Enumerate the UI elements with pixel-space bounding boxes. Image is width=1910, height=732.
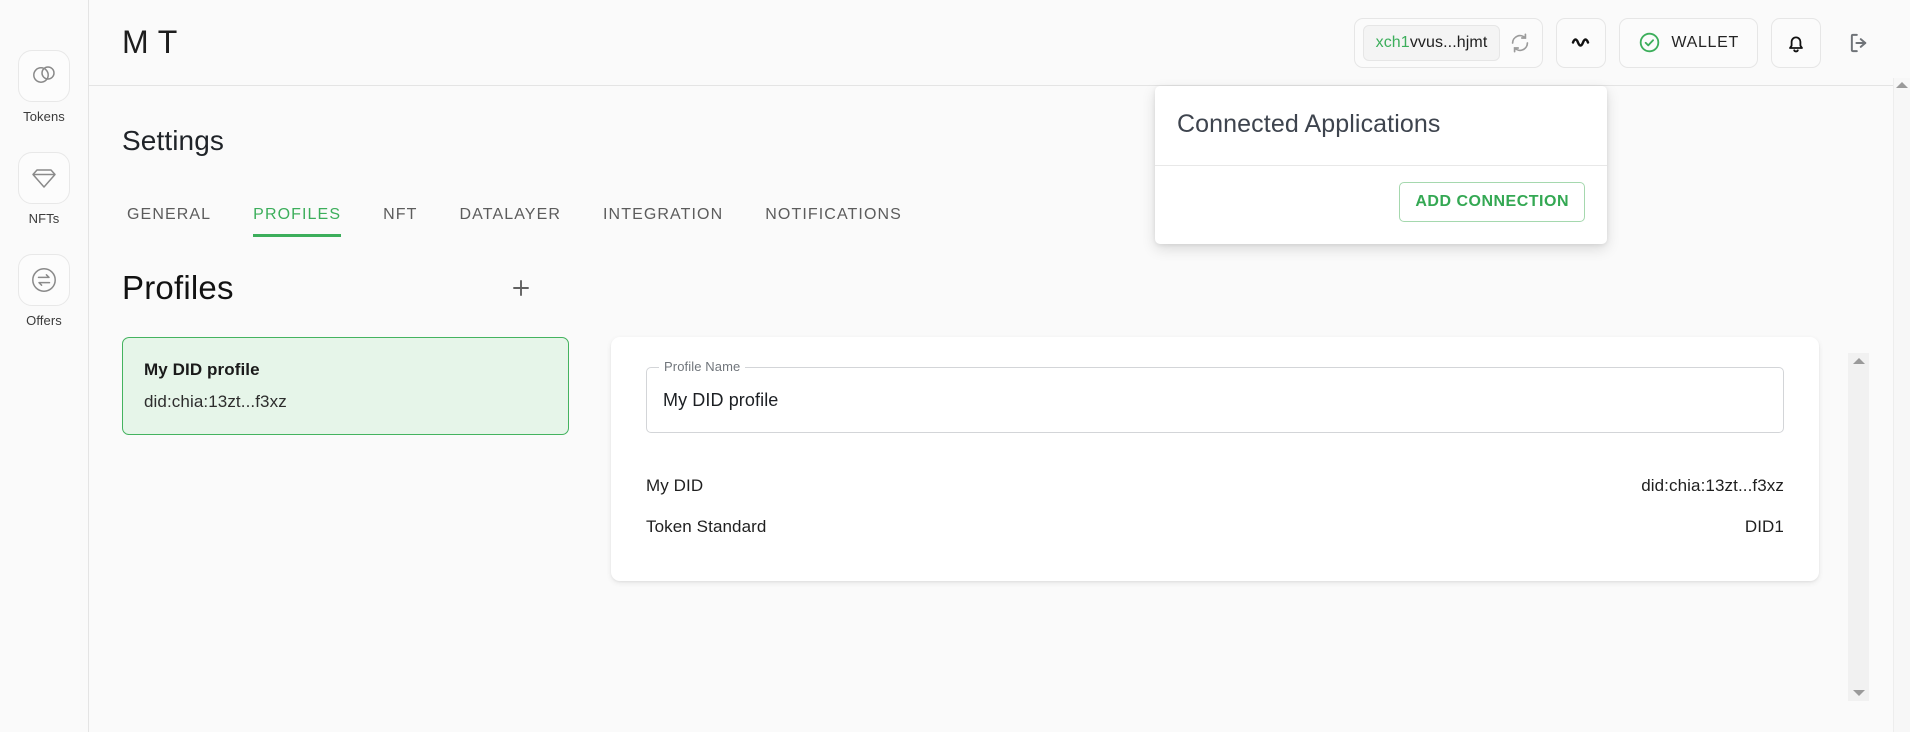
wallet-button[interactable]: WALLET — [1619, 17, 1758, 68]
sidebar-item-tokens[interactable]: Tokens — [18, 50, 70, 124]
wallet-address-value[interactable]: xch1 vvus...hjmt — [1362, 24, 1501, 61]
profile-list-item-name: My DID profile — [144, 360, 260, 379]
left-nav-rail: Tokens NFTs Offers — [0, 0, 89, 732]
wallet-address-rest: vvus...hjmt — [1409, 33, 1488, 51]
profile-name-field-label: Profile Name — [659, 359, 746, 374]
offers-tile[interactable] — [18, 254, 70, 306]
top-app-bar: M T xch1 vvus...hjmt WALLET — [89, 0, 1910, 86]
bell-icon — [1784, 31, 1808, 55]
profile-name-field[interactable]: Profile Name My DID profile — [646, 359, 1784, 433]
page-title: Settings — [122, 125, 224, 156]
tab-profiles[interactable]: PROFILES — [232, 206, 362, 237]
tokens-tile[interactable] — [18, 50, 70, 102]
app-title: M T — [122, 24, 178, 60]
logout-icon — [1846, 30, 1872, 56]
tab-integration[interactable]: INTEGRATION — [582, 206, 744, 237]
detail-row-token-standard: Token Standard DID1 — [646, 506, 1784, 547]
pulse-icon — [1569, 31, 1593, 55]
offers-swap-icon — [29, 265, 59, 295]
connected-applications-title: Connected Applications — [1177, 110, 1441, 138]
profiles-section-title: Profiles — [122, 269, 234, 306]
topbar-actions: xch1 vvus...hjmt WALLET — [1353, 17, 1884, 68]
scroll-up-arrow-icon[interactable] — [1848, 358, 1869, 364]
check-circle-icon — [1638, 31, 1661, 54]
profile-detail-rows: My DID did:chia:13zt...f3xz Token Standa… — [646, 465, 1784, 547]
settings-tabs: GENERAL PROFILES NFT DATALAYER INTEGRATI… — [122, 195, 1910, 237]
tab-nft[interactable]: NFT — [362, 206, 438, 237]
sidebar-item-nfts[interactable]: NFTs — [18, 152, 70, 226]
profiles-section-header: Profiles — [122, 267, 542, 309]
profile-detail-panel: Profile Name My DID profile My DID did:c… — [611, 337, 1819, 581]
tab-notifications[interactable]: NOTIFICATIONS — [744, 206, 923, 237]
connected-applications-footer: ADD CONNECTION — [1155, 166, 1607, 244]
connected-applications-header: Connected Applications — [1155, 86, 1607, 166]
wallet-address-prefix: xch1 — [1375, 33, 1410, 51]
nft-diamond-icon — [29, 163, 59, 193]
notifications-button[interactable] — [1771, 17, 1821, 68]
connected-applications-dropdown: Connected Applications ADD CONNECTION — [1155, 86, 1607, 244]
detail-row-value: DID1 — [1744, 516, 1784, 536]
sidebar-item-offers[interactable]: Offers — [18, 254, 70, 328]
app-root: Tokens NFTs Offers M T xch1 vvus...hjmt … — [0, 0, 1910, 732]
wallet-button-label: WALLET — [1671, 33, 1739, 51]
profile-list-item[interactable]: My DID profile did:chia:13zt...f3xz — [122, 337, 569, 435]
refresh-icon[interactable] — [1508, 31, 1532, 55]
wallet-address-chip[interactable]: xch1 vvus...hjmt — [1353, 17, 1544, 68]
sidebar-item-tokens-label: Tokens — [23, 109, 65, 124]
scroll-down-arrow-icon[interactable] — [1848, 690, 1869, 696]
profile-name-input[interactable]: My DID profile — [663, 390, 778, 411]
logout-button[interactable] — [1834, 18, 1884, 68]
profiles-body: My DID profile did:chia:13zt...f3xz Prof… — [89, 337, 1910, 581]
plus-icon — [509, 276, 533, 300]
window-scrollbar[interactable] — [1893, 78, 1910, 732]
add-profile-button[interactable] — [500, 267, 542, 309]
add-connection-button[interactable]: ADD CONNECTION — [1399, 182, 1585, 222]
sidebar-item-nfts-label: NFTs — [28, 211, 60, 226]
settings-content: Settings GENERAL PROFILES NFT DATALAYER … — [89, 86, 1910, 732]
detail-row-value: did:chia:13zt...f3xz — [1641, 475, 1784, 495]
network-status-button[interactable] — [1556, 17, 1607, 68]
detail-row-key: My DID — [646, 475, 704, 495]
profile-list-item-did: did:chia:13zt...f3xz — [144, 392, 287, 411]
tab-datalayer[interactable]: DATALAYER — [439, 206, 582, 237]
tab-general[interactable]: GENERAL — [122, 206, 232, 237]
window-scroll-up-arrow-icon[interactable] — [1894, 82, 1910, 88]
tokens-icon — [29, 61, 59, 91]
detail-row-my-did: My DID did:chia:13zt...f3xz — [646, 465, 1784, 506]
sidebar-item-offers-label: Offers — [26, 313, 62, 328]
detail-row-key: Token Standard — [646, 516, 767, 536]
content-scrollbar[interactable] — [1848, 353, 1869, 701]
nfts-tile[interactable] — [18, 152, 70, 204]
